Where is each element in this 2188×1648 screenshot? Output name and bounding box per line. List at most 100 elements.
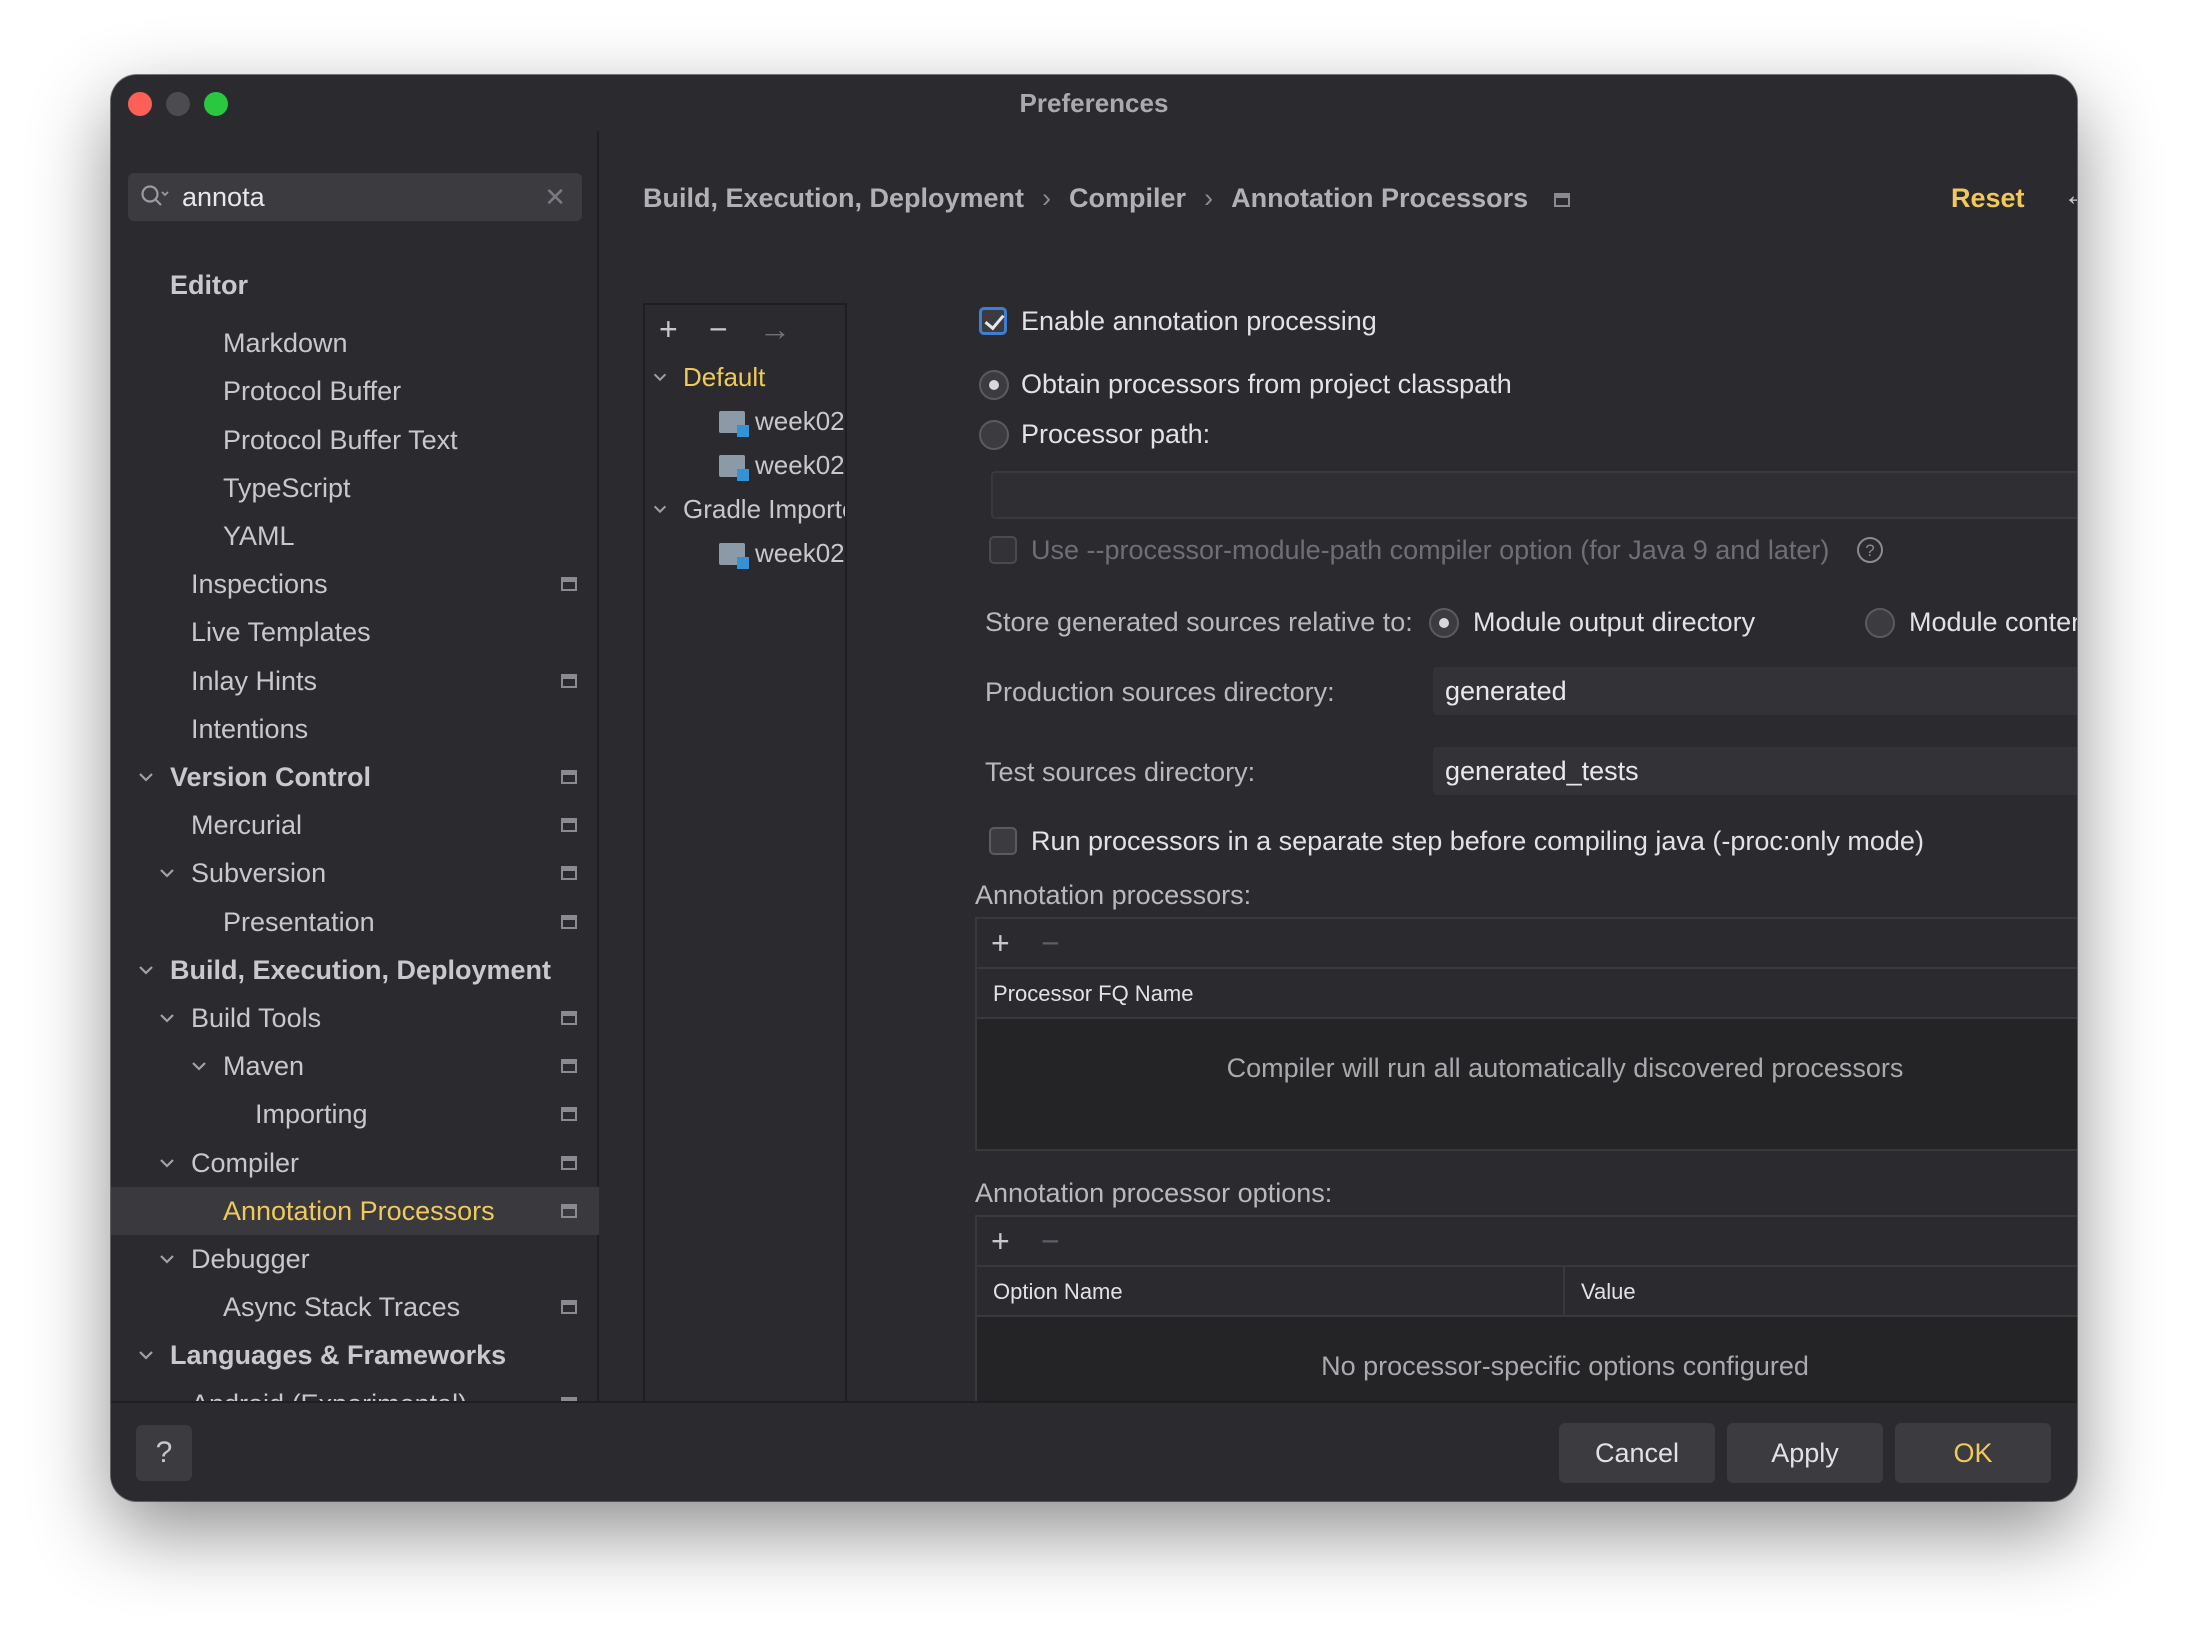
chevron-down-icon[interactable] (136, 1345, 156, 1365)
project-scope-icon (561, 1011, 577, 1025)
breadcrumb-item-annotation-processors: Annotation Processors (1231, 183, 1529, 213)
chevron-down-icon[interactable] (651, 500, 669, 518)
option-name-column[interactable]: Option Name (993, 1267, 1123, 1317)
sidebar-item[interactable]: Protocol Buffer (111, 367, 599, 415)
sidebar-item[interactable]: Inlay Hints (111, 657, 599, 705)
remove-processor-button[interactable]: − (1041, 925, 1060, 961)
sidebar-item[interactable]: Maven (111, 1042, 599, 1090)
maximize-window-button[interactable] (204, 92, 228, 116)
cancel-button[interactable]: Cancel (1559, 1423, 1715, 1483)
sidebar-item[interactable]: Languages & Frameworks (111, 1331, 599, 1379)
test-dir-field[interactable]: generated_tests (1433, 747, 2077, 795)
sidebar-item-label: Live Templates (191, 617, 371, 648)
breadcrumb-separator: › (1042, 183, 1052, 213)
sidebar-item[interactable]: Version Control (111, 753, 599, 801)
sidebar-item[interactable]: Live Templates (111, 608, 599, 656)
search-icon (141, 185, 169, 206)
sidebar-item-label: Maven (223, 1051, 305, 1082)
enable-annotation-checkbox[interactable] (979, 307, 1007, 335)
back-arrow-icon[interactable]: ← (2063, 179, 2077, 213)
sidebar-item[interactable]: Compiler (111, 1139, 599, 1187)
module-output-radio[interactable] (1429, 608, 1459, 638)
sidebar-item-label: Mercurial (191, 810, 303, 841)
processor-fq-name-column[interactable]: Processor FQ Name (993, 969, 1194, 1019)
processor-path-label: Processor path: (1021, 419, 1211, 449)
profile-module[interactable]: week02 (645, 443, 845, 487)
processors-toolbar: + − (977, 919, 2077, 969)
remove-profile-button[interactable]: − (709, 311, 728, 347)
window-title: Preferences (1019, 88, 1169, 118)
module-path-checkbox[interactable] (989, 536, 1017, 564)
processor-path-radio[interactable] (979, 420, 1009, 450)
breadcrumb-item-compiler[interactable]: Compiler (1069, 183, 1186, 213)
sidebar-item-label: Build, Execution, Deployment (170, 954, 552, 985)
annotation-processors-title: Annotation processors: (975, 880, 1252, 910)
sidebar-item-label: Inspections (191, 569, 328, 600)
module-label: week02 (755, 450, 845, 480)
minimize-window-button[interactable] (166, 92, 190, 116)
sidebar-item[interactable]: Annotation Processors (111, 1186, 599, 1235)
close-window-button[interactable] (128, 92, 152, 116)
sidebar-item[interactable]: Inspections (111, 560, 599, 608)
value-column[interactable]: Value (1581, 1267, 1636, 1317)
project-scope-icon (561, 914, 577, 929)
sidebar-item[interactable]: Presentation (111, 898, 599, 946)
breadcrumb-item-build[interactable]: Build, Execution, Deployment (643, 183, 1024, 213)
sidebar-item[interactable]: Markdown (111, 319, 599, 367)
profile-group[interactable]: Default (645, 355, 845, 399)
profile-module[interactable]: week02 (645, 399, 845, 443)
chevron-down-icon[interactable] (136, 960, 156, 980)
move-module-button[interactable]: → (759, 311, 791, 347)
processors-table: + − Processor FQ Name Compiler will run … (975, 917, 2077, 1151)
sidebar-item[interactable]: Editor (111, 261, 599, 309)
sidebar-item[interactable]: Mercurial (111, 801, 599, 849)
help-circle-icon[interactable]: ? (1855, 535, 1885, 565)
sidebar-item[interactable]: Async Stack Traces (111, 1283, 599, 1331)
chevron-down-icon[interactable] (157, 1153, 177, 1173)
remove-option-button[interactable]: − (1041, 1223, 1060, 1259)
obtain-classpath-label: Obtain processors from project classpath (1021, 369, 1512, 399)
sidebar-item[interactable]: Build, Execution, Deployment (111, 946, 599, 994)
sidebar-item[interactable]: Protocol Buffer Text (111, 416, 599, 464)
project-scope-icon (561, 1107, 577, 1122)
chevron-down-icon[interactable] (136, 767, 156, 787)
project-scope-icon (561, 866, 577, 881)
module-content-radio[interactable] (1865, 608, 1895, 638)
processor-path-field[interactable] (991, 471, 2077, 519)
chevron-down-icon[interactable] (157, 1249, 177, 1269)
apply-button[interactable]: Apply (1727, 1423, 1883, 1483)
ok-button[interactable]: OK (1895, 1423, 2051, 1483)
production-dir-field[interactable]: generated (1433, 667, 2077, 715)
clear-search-icon[interactable]: ✕ (544, 181, 566, 213)
profile-group[interactable]: Gradle Imported (645, 487, 845, 531)
search-input[interactable]: annota (182, 181, 265, 213)
add-option-button[interactable]: + (991, 1223, 1010, 1259)
sidebar-item[interactable]: TypeScript (111, 464, 599, 512)
sidebar-item[interactable]: Subversion (111, 849, 599, 897)
module-folder-icon (719, 543, 749, 569)
settings-search[interactable]: annota ✕ (128, 173, 582, 221)
run-separate-label: Run processors in a separate step before… (1031, 826, 1924, 856)
project-scope-icon (561, 1155, 577, 1170)
run-separate-checkbox[interactable] (989, 827, 1017, 855)
help-button[interactable]: ? (136, 1425, 192, 1481)
sidebar-item-label: TypeScript (223, 472, 351, 503)
sidebar-item[interactable]: Intentions (111, 705, 599, 753)
column-divider (1563, 1267, 1565, 1317)
chevron-down-icon[interactable] (157, 1008, 177, 1028)
sidebar-item-label: Compiler (191, 1147, 300, 1178)
reset-button[interactable]: Reset (1951, 183, 2025, 214)
sidebar-item[interactable]: YAML (111, 512, 599, 560)
sidebar-item[interactable]: Build Tools (111, 994, 599, 1042)
obtain-classpath-radio[interactable] (979, 370, 1009, 400)
sidebar-item[interactable]: Debugger (111, 1235, 599, 1283)
production-dir-value: generated (1445, 676, 1567, 706)
chevron-down-icon[interactable] (189, 1056, 209, 1076)
add-profile-button[interactable]: + (659, 311, 678, 347)
sidebar-item[interactable]: Importing (111, 1090, 599, 1138)
profile-module[interactable]: week02 (645, 531, 845, 575)
add-processor-button[interactable]: + (991, 925, 1010, 961)
project-scope-icon (561, 1300, 577, 1315)
chevron-down-icon[interactable] (651, 368, 669, 386)
chevron-down-icon[interactable] (157, 863, 177, 883)
